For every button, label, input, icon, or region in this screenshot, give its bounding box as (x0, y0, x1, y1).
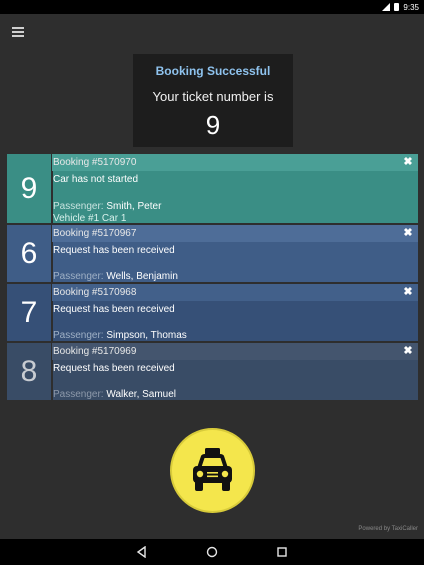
booking-status: Request has been received (53, 245, 175, 256)
booking-id: Booking #5170967 (53, 228, 137, 239)
passenger-label: Passenger: (53, 271, 104, 282)
booking-status: Request has been received (53, 363, 175, 374)
status-bar: 9:35 (0, 0, 424, 14)
menu-icon[interactable] (12, 27, 24, 37)
booking-body: Car has not started Passenger: Smith, Pe… (53, 171, 418, 224)
status-time: 9:35 (403, 2, 419, 12)
booking-header: Booking #5170967 ✖ (52, 225, 418, 242)
back-icon[interactable] (134, 544, 150, 560)
signal-icon (382, 3, 391, 11)
booking-id: Booking #5170969 (53, 346, 137, 357)
home-icon[interactable] (204, 544, 220, 560)
booking-success-panel: Booking Successful Your ticket number is… (133, 54, 293, 147)
passenger-label: Passenger: (53, 330, 104, 341)
system-nav-bar (0, 539, 424, 565)
ticket-number: 9 (7, 154, 51, 223)
close-icon[interactable]: ✖ (402, 155, 414, 169)
success-ticket-number: 9 (205, 110, 221, 140)
close-icon[interactable]: ✖ (402, 226, 414, 240)
passenger-name: Walker, Samuel (106, 389, 177, 400)
passenger-label: Passenger: (53, 389, 104, 400)
booking-id: Booking #5170968 (53, 287, 137, 298)
ticket-number: 7 (7, 284, 51, 341)
passenger-line: Passenger: Walker, Samuel (53, 389, 176, 401)
booking-header: Booking #5170970 ✖ (52, 154, 418, 171)
vehicle-line: Vehicle #1 Car 1 (53, 213, 127, 224)
success-subtitle: Your ticket number is (152, 89, 274, 104)
booking-card[interactable]: 6 Booking #5170967 ✖ Request has been re… (7, 225, 418, 284)
booking-body: Request has been received Passenger: Sim… (53, 301, 418, 341)
booking-body: Request has been received Passenger: Wal… (53, 360, 418, 400)
passenger-line: Passenger: Wells, Benjamin (53, 271, 178, 283)
booking-body: Request has been received Passenger: Wel… (53, 242, 418, 282)
recents-icon[interactable] (274, 544, 290, 560)
passenger-name: Wells, Benjamin (106, 271, 178, 282)
passenger-line: Passenger: Simpson, Thomas (53, 330, 187, 342)
ticket-number: 8 (7, 343, 51, 400)
booking-header: Booking #5170968 ✖ (52, 284, 418, 301)
booking-header: Booking #5170969 ✖ (52, 343, 418, 360)
booking-card[interactable]: 8 Booking #5170969 ✖ Request has been re… (7, 343, 418, 402)
close-icon[interactable]: ✖ (402, 344, 414, 358)
booking-card[interactable]: 9 Booking #5170970 ✖ Car has not started… (7, 154, 418, 225)
booking-status: Request has been received (53, 304, 175, 315)
booking-id: Booking #5170970 (53, 157, 137, 168)
battery-icon (394, 3, 400, 11)
booking-status: Car has not started (53, 174, 139, 185)
app-screen: Booking Successful Your ticket number is… (0, 14, 424, 539)
passenger-line: Passenger: Smith, Peter (53, 201, 161, 213)
powered-by-label: Powered by TaxiCaller (358, 526, 418, 532)
booking-card[interactable]: 7 Booking #5170968 ✖ Request has been re… (7, 284, 418, 343)
booking-list: 9 Booking #5170970 ✖ Car has not started… (7, 154, 418, 402)
taxi-icon (193, 448, 232, 491)
passenger-name: Smith, Peter (106, 201, 162, 212)
success-title: Booking Successful (155, 64, 271, 78)
book-taxi-button[interactable] (170, 428, 255, 513)
ticket-number: 6 (7, 225, 51, 282)
passenger-label: Passenger: (53, 201, 104, 212)
status-icons: 9:35 (382, 1, 419, 13)
close-icon[interactable]: ✖ (402, 285, 414, 299)
passenger-name: Simpson, Thomas (106, 330, 187, 341)
